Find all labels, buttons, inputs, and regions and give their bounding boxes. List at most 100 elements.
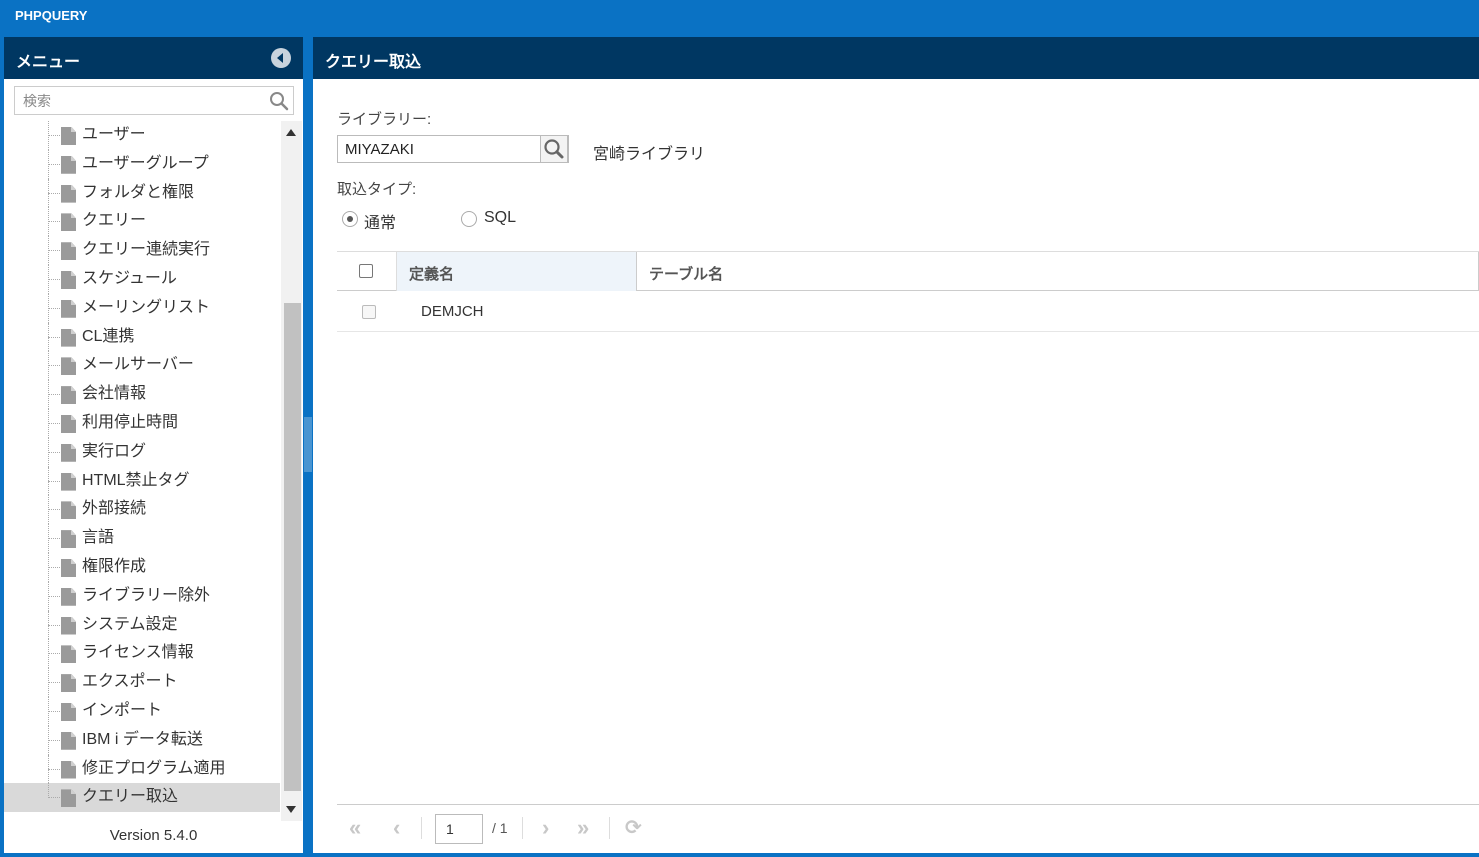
sidebar-item-language[interactable]: 言語 bbox=[4, 524, 280, 553]
file-icon bbox=[61, 616, 76, 635]
sidebar-item-external-connection[interactable]: 外部接続 bbox=[4, 495, 280, 525]
scrollbar-thumb[interactable] bbox=[284, 303, 301, 791]
version-label: Version 5.4.0 bbox=[109, 827, 198, 844]
column-header-definition[interactable]: 定義名 bbox=[397, 252, 637, 291]
next-page-icon[interactable]: › bbox=[542, 815, 549, 841]
column-header-table[interactable]: テーブル名 bbox=[637, 252, 1479, 291]
row-checkbox[interactable] bbox=[362, 305, 376, 319]
file-icon bbox=[61, 386, 76, 405]
select-all-checkbox[interactable] bbox=[359, 264, 373, 278]
sidebar-item-html-banned-tags[interactable]: HTML禁止タグ bbox=[4, 466, 280, 496]
library-field bbox=[337, 135, 569, 163]
sidebar: メニュー ユーザー ユーザーグループ フォルダと権限 クエリー クエリー連続実行… bbox=[4, 37, 303, 853]
import-type-sql-label[interactable]: SQL bbox=[484, 209, 516, 227]
sidebar-item-library-exclusion[interactable]: ライブラリー除外 bbox=[4, 581, 280, 611]
file-icon bbox=[61, 328, 76, 347]
sidebar-item-label: ライセンス情報 bbox=[82, 644, 194, 662]
scroll-down-icon[interactable] bbox=[286, 806, 296, 813]
sidebar-item-apply-patch[interactable]: 修正プログラム適用 bbox=[4, 754, 280, 784]
file-icon bbox=[61, 472, 76, 491]
file-icon bbox=[61, 299, 76, 318]
last-page-icon[interactable]: » bbox=[577, 815, 589, 841]
sidebar-item-users[interactable]: ユーザー bbox=[4, 121, 280, 150]
main-panel: クエリー取込 ライブラリー: 宮崎ライブラリ 取込タイプ: 通常 SQL 定義名… bbox=[313, 37, 1479, 853]
sidebar-item-ibmi-data-transfer[interactable]: IBM i データ転送 bbox=[4, 725, 280, 755]
splitter-grip[interactable] bbox=[304, 417, 312, 472]
sidebar-item-label: 外部接続 bbox=[82, 500, 147, 518]
file-icon bbox=[61, 702, 76, 721]
sidebar-item-import[interactable]: インポート bbox=[4, 696, 280, 726]
sidebar-item-label: 会社情報 bbox=[82, 385, 147, 403]
table-row[interactable]: DEMJCH bbox=[337, 291, 1479, 332]
file-icon bbox=[61, 155, 76, 174]
menu-tree: ユーザー ユーザーグループ フォルダと権限 クエリー クエリー連続実行 スケジュ… bbox=[4, 121, 280, 821]
file-icon bbox=[61, 357, 76, 376]
file-icon bbox=[61, 645, 76, 664]
app-title-bar: PHPQUERY bbox=[0, 0, 1479, 36]
prev-page-icon[interactable]: ‹ bbox=[393, 815, 400, 841]
scroll-up-icon[interactable] bbox=[286, 129, 296, 136]
file-icon bbox=[61, 443, 76, 462]
collapse-sidebar-icon[interactable] bbox=[271, 48, 291, 68]
page-number-input[interactable]: 1 bbox=[435, 814, 483, 844]
import-type-normal-label[interactable]: 通常 bbox=[364, 209, 396, 233]
sidebar-item-label: フォルダと権限 bbox=[82, 183, 195, 201]
sidebar-item-query[interactable]: クエリー bbox=[4, 207, 280, 237]
sidebar-item-label: HTML禁止タグ bbox=[82, 471, 190, 489]
sidebar-item-export[interactable]: エクスポート bbox=[4, 668, 280, 697]
app-title: PHPQUERY bbox=[15, 8, 88, 23]
sidebar-item-company-info[interactable]: 会社情報 bbox=[4, 380, 280, 409]
search-icon[interactable] bbox=[269, 91, 289, 111]
sidebar-item-mail-server[interactable]: メールサーバー bbox=[4, 351, 280, 381]
sidebar-item-system-settings[interactable]: システム設定 bbox=[4, 610, 280, 640]
file-icon bbox=[61, 184, 76, 203]
sidebar-item-cl-link[interactable]: CL連携 bbox=[4, 322, 280, 352]
library-label: ライブラリー: bbox=[337, 111, 432, 128]
sidebar-item-folders-permissions[interactable]: フォルダと権限 bbox=[4, 178, 280, 208]
pager: « ‹ 1 / 1 › » ⟳ bbox=[337, 804, 1479, 853]
grid-header: 定義名 テーブル名 bbox=[337, 251, 1479, 291]
sidebar-item-label: メールサーバー bbox=[82, 356, 194, 374]
refresh-icon[interactable]: ⟳ bbox=[625, 815, 642, 840]
sidebar-item-label: メーリングリスト bbox=[82, 298, 211, 316]
sidebar-item-label: スケジュール bbox=[82, 269, 177, 287]
sidebar-item-label: インポート bbox=[82, 701, 163, 719]
sidebar-item-schedule[interactable]: スケジュール bbox=[4, 264, 280, 294]
page-title: クエリー取込 bbox=[325, 54, 422, 71]
sidebar-item-label: ユーザー bbox=[82, 126, 146, 143]
sidebar-item-mailing-list[interactable]: メーリングリスト bbox=[4, 293, 280, 323]
sidebar-item-label: クエリー連続実行 bbox=[82, 241, 211, 259]
import-type-normal-radio[interactable] bbox=[342, 211, 358, 227]
file-icon bbox=[61, 558, 76, 577]
import-type-sql-radio[interactable] bbox=[461, 211, 477, 227]
page-total: / 1 bbox=[492, 820, 508, 836]
library-input[interactable] bbox=[338, 136, 538, 162]
sidebar-item-license-info[interactable]: ライセンス情報 bbox=[4, 639, 280, 669]
sidebar-item-label: クエリー bbox=[82, 212, 147, 230]
select-all-column bbox=[337, 252, 397, 291]
sidebar-item-query-batch[interactable]: クエリー連続実行 bbox=[4, 236, 280, 265]
first-page-icon[interactable]: « bbox=[349, 815, 361, 841]
library-name: 宮崎ライブラリ bbox=[593, 146, 706, 163]
file-icon bbox=[61, 530, 76, 549]
menu-search-input[interactable] bbox=[15, 87, 255, 114]
sidebar-item-label: 利用停止時間 bbox=[82, 413, 179, 431]
sidebar-item-permission-creation[interactable]: 権限作成 bbox=[4, 552, 280, 582]
import-type-label: 取込タイプ: bbox=[337, 181, 417, 198]
sidebar-header: メニュー bbox=[4, 37, 303, 79]
sidebar-item-label: システム設定 bbox=[82, 615, 178, 633]
file-icon bbox=[61, 414, 76, 433]
sidebar-item-label: 実行ログ bbox=[82, 442, 147, 460]
menu-scrollbar[interactable] bbox=[281, 121, 302, 821]
sidebar-item-suspension-time[interactable]: 利用停止時間 bbox=[4, 408, 280, 438]
sidebar-item-label: ライブラリー除外 bbox=[82, 586, 211, 604]
library-search-button[interactable] bbox=[540, 135, 568, 163]
sidebar-item-label: 言語 bbox=[82, 529, 115, 547]
sidebar-item-query-import[interactable]: クエリー取込 bbox=[4, 783, 280, 813]
panel-splitter[interactable] bbox=[303, 37, 313, 853]
file-icon bbox=[61, 789, 76, 808]
sidebar-item-user-groups[interactable]: ユーザーグループ bbox=[4, 149, 280, 179]
search-icon bbox=[544, 139, 564, 159]
sidebar-item-execution-log[interactable]: 実行ログ bbox=[4, 437, 280, 467]
file-icon bbox=[61, 731, 76, 750]
